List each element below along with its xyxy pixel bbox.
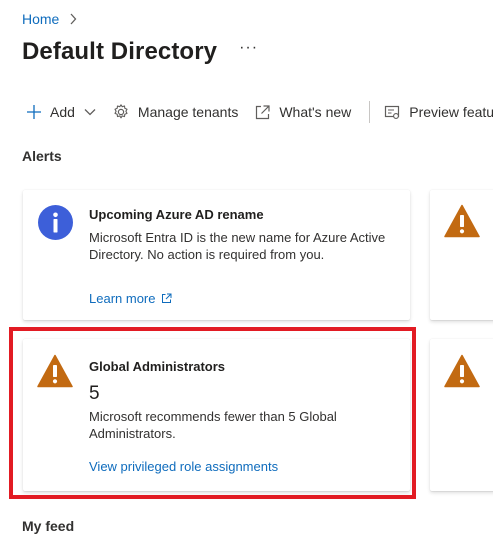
info-icon (38, 205, 73, 240)
more-options-button[interactable]: ··· (239, 39, 258, 57)
alert-card-global-administrators: Global Administrators 5 Microsoft recomm… (23, 339, 410, 491)
preview-features-button[interactable]: Preview features (384, 104, 493, 121)
alert-card-azure-ad-rename: Upcoming Azure AD rename Microsoft Entra… (23, 190, 410, 320)
alert-title: Global Administrators (89, 359, 226, 374)
global-admin-count: 5 (89, 383, 100, 404)
manage-tenants-label: Manage tenants (137, 104, 239, 120)
breadcrumb-home-link[interactable]: Home (22, 11, 59, 27)
alert-description: Microsoft Entra ID is the new name for A… (89, 230, 386, 262)
my-feed-heading: My feed (22, 518, 75, 534)
manage-tenants-button[interactable]: Manage tenants (112, 103, 238, 121)
add-button[interactable]: Add (26, 104, 96, 120)
alert-card-partial (430, 339, 493, 491)
chevron-right-icon (69, 13, 77, 25)
open-in-new-icon (256, 104, 270, 119)
chevron-down-icon (84, 109, 96, 116)
view-privileged-role-assignments-link[interactable]: View privileged role assignments (89, 459, 278, 474)
warning-icon (37, 354, 73, 388)
alerts-heading: Alerts (22, 148, 62, 164)
preview-features-label: Preview features (409, 104, 493, 120)
warning-icon (444, 204, 480, 238)
learn-more-link[interactable]: Learn more (89, 291, 172, 306)
open-in-new-icon (162, 293, 172, 303)
directory-overview-page: Home Default Directory ··· Add Manage te… (0, 0, 493, 548)
alert-title: Upcoming Azure AD rename (89, 207, 264, 222)
learn-more-label: Learn more (89, 291, 156, 306)
title-row: Default Directory ··· (22, 38, 258, 66)
alert-description: Microsoft recommends fewer than 5 Global… (89, 409, 337, 441)
preview-features-icon (385, 105, 400, 119)
page-title: Default Directory (22, 38, 218, 65)
whats-new-button[interactable]: What's new (254, 104, 351, 121)
gear-icon (114, 104, 128, 119)
alert-card-partial (430, 190, 493, 320)
add-button-label: Add (50, 104, 75, 120)
breadcrumb: Home (22, 11, 77, 27)
toolbar-divider (369, 101, 371, 123)
command-bar: Add Manage tenants What's new Preview fe… (26, 100, 493, 124)
plus-icon (27, 105, 41, 119)
warning-icon (444, 354, 480, 388)
whats-new-label: What's new (279, 104, 352, 120)
